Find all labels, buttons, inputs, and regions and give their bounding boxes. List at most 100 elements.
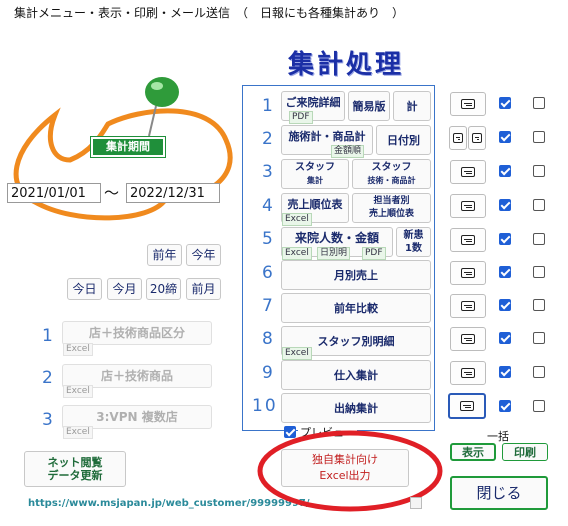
row-extra-checkbox-7[interactable] [533,299,545,311]
prev-year-button[interactable]: 前年 [147,244,182,266]
pdf-tag: PDF [362,247,386,260]
simple-version-button[interactable]: 簡易版 [348,91,390,121]
row-num: 6 [262,263,273,283]
close-button[interactable]: 閉じる [450,476,548,510]
excel-tag: Excel [282,247,312,260]
print-button-6[interactable] [450,261,486,285]
row-num: 1 [262,96,273,116]
print-button-10[interactable] [448,393,486,419]
purchase-total-button[interactable]: 仕入集計 [281,360,431,390]
staff-ranking-line2: 売上順位表 [368,209,414,219]
print-icon [461,167,475,177]
print-button-4[interactable] [450,194,486,218]
print-icon [472,133,482,143]
this-year-button[interactable]: 今年 [186,244,221,266]
print-icon [461,235,475,245]
net-update-line2: データ更新 [47,469,103,482]
excel-tag: Excel [282,213,312,226]
print-icon [461,201,475,211]
print-button-2b[interactable] [468,126,486,150]
bulk-display-button[interactable]: 表示 [450,443,496,461]
total-button[interactable]: 計 [393,91,431,121]
print-icon [461,334,475,344]
staff-tech-product-button[interactable]: スタッフ 技術・商品計 [352,159,431,189]
row-extra-checkbox-3[interactable] [533,165,545,177]
monthly-sales-button[interactable]: 月別売上 [281,260,431,290]
page-title: 集計処理 [288,50,405,80]
row-extra-checkbox-9[interactable] [533,366,545,378]
pdf-tag: PDF [289,111,313,124]
row-checkbox-9[interactable] [499,366,511,378]
bulk-print-button[interactable]: 印刷 [502,443,548,461]
row-num: 4 [262,196,273,216]
row-checkbox-7[interactable] [499,299,511,311]
row-checkbox-5[interactable] [499,233,511,245]
period-label: 集計期間 [90,136,166,158]
left-report-num: 1 [42,326,53,346]
date-to-input[interactable]: 2022/12/31 [126,183,220,203]
print-icon [461,301,475,311]
new-patient-line1: 新患 [403,230,424,241]
window-title: 集計メニュー・表示・印刷・メール送信 （ 日報にも各種集計あり ） [14,6,405,20]
left-report-button-1[interactable]: 店＋技術商品区分 [62,321,212,345]
row-checkbox-2[interactable] [499,131,511,143]
staff-ranking-line1: 担当者別 [373,196,410,206]
row-num: 7 [262,296,273,316]
by-date-button[interactable]: 日付別 [376,125,431,155]
print-button-7[interactable] [450,294,486,318]
row-extra-checkbox-6[interactable] [533,266,545,278]
print-icon [461,99,475,109]
staff-total-line1: スタッフ [295,162,335,173]
print-button-9[interactable] [450,361,486,385]
staff-tech-line1: スタッフ [371,162,412,173]
daily-detail-tag: 日別明 [317,247,351,260]
pin-icon [145,77,179,137]
left-report-num: 2 [42,368,53,388]
row-num: 3 [262,162,273,182]
print-button-3[interactable] [450,160,486,184]
row-extra-checkbox-2[interactable] [533,131,545,143]
scroll-marker[interactable] [410,497,422,509]
excel-tag: Excel [282,347,312,360]
this-month-button[interactable]: 今月 [107,278,142,300]
new-patient-button[interactable]: 新患 1数 [396,227,431,257]
print-button-5[interactable] [450,228,486,252]
amount-order-tag: 金額順 [331,145,365,158]
staff-total-button[interactable]: スタッフ 集計 [281,159,349,189]
row-checkbox-4[interactable] [499,199,511,211]
net-update-button[interactable]: ネット閲覧 データ更新 [24,451,126,487]
close-20th-button[interactable]: 20締 [146,278,181,300]
net-update-line1: ネット閲覧 [47,456,103,469]
bulk-label: 一括 [487,430,509,443]
excel-tag: Excel [63,426,93,439]
excel-tag: Excel [63,343,93,356]
row-extra-checkbox-1[interactable] [533,97,545,109]
staff-sales-ranking-button[interactable]: 担当者別 売上順位表 [352,193,431,223]
today-button[interactable]: 今日 [67,278,102,300]
print-icon [460,401,474,411]
staff-tech-line2: 技術・商品計 [367,176,416,185]
row-checkbox-3[interactable] [499,165,511,177]
row-num: 9 [262,363,273,383]
row-extra-checkbox-10[interactable] [533,400,545,412]
date-from-input[interactable]: 2021/01/01 [7,183,101,203]
excel-tag: Excel [63,385,93,398]
row-checkbox-6[interactable] [499,266,511,278]
row-checkbox-1[interactable] [499,97,511,109]
row-num: 8 [262,329,273,349]
yoy-comparison-button[interactable]: 前年比較 [281,293,431,323]
cashbook-total-button[interactable]: 出納集計 [281,393,431,423]
row-checkbox-10[interactable] [499,400,511,412]
row-num: 10 [252,396,278,416]
prev-month-button[interactable]: 前月 [186,278,221,300]
print-icon [461,268,475,278]
row-extra-checkbox-5[interactable] [533,233,545,245]
print-button-1[interactable] [450,92,486,116]
staff-total-line2: 集計 [307,176,323,185]
print-button-8[interactable] [450,327,486,351]
row-checkbox-8[interactable] [499,332,511,344]
row-extra-checkbox-4[interactable] [533,199,545,211]
left-report-num: 3 [42,410,53,430]
row-extra-checkbox-8[interactable] [533,332,545,344]
print-button-2a[interactable] [449,126,467,150]
